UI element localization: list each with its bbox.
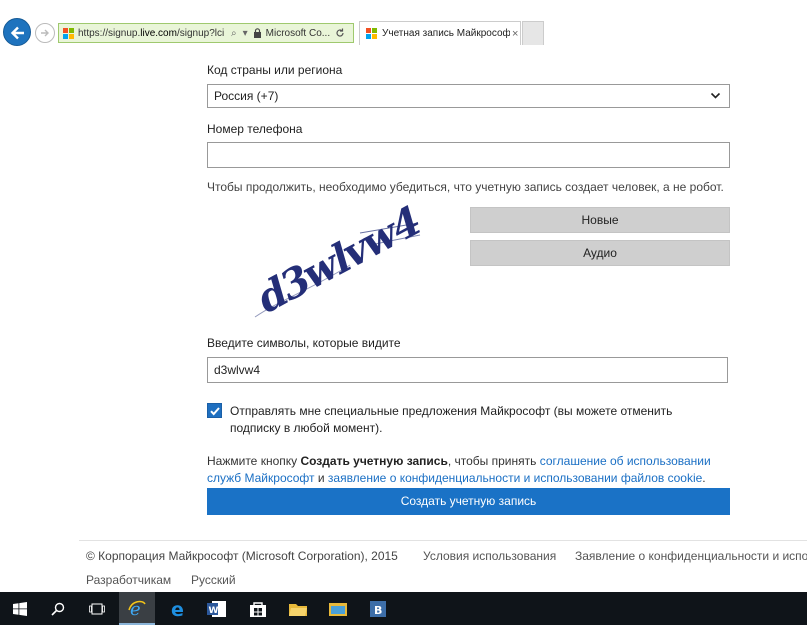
phone-input[interactable] <box>207 142 730 168</box>
create-account-button[interactable]: Создать учетную запись <box>207 488 730 515</box>
svg-text:e: e <box>171 599 184 619</box>
close-icon[interactable]: × <box>512 28 518 40</box>
browser-tab[interactable]: Учетная запись Майкрософ... × <box>359 21 521 45</box>
terms-prefix: Нажмите кнопку <box>207 454 301 468</box>
app-b-icon[interactable]: B <box>360 592 396 625</box>
offers-checkbox[interactable] <box>207 403 222 418</box>
lock-icon[interactable] <box>253 28 262 38</box>
terms-middle: , чтобы принять <box>447 454 540 468</box>
word-icon[interactable]: W <box>199 592 235 625</box>
back-button[interactable] <box>3 18 31 46</box>
store-icon[interactable] <box>240 592 276 625</box>
arrow-left-icon <box>10 26 24 40</box>
dropdown-icon[interactable]: ▾ <box>243 28 248 39</box>
country-select-value: Россия (+7) <box>214 89 279 103</box>
browser-toolbar: https://signup.live.com/signup?lci ⌕ ▾ M… <box>0 0 807 48</box>
captcha-input[interactable]: d3wlvw4 <box>207 357 728 383</box>
terms-and: и <box>314 471 328 485</box>
checkmark-icon <box>210 407 220 416</box>
taskbar: e e W B <box>0 592 807 625</box>
internet-explorer-icon[interactable]: e <box>119 592 155 625</box>
developers-link[interactable]: Разработчикам <box>86 573 171 587</box>
tab-title: Учетная запись Майкрософ... <box>382 28 510 39</box>
language-link[interactable]: Русский <box>191 573 236 587</box>
edge-icon[interactable]: e <box>160 592 196 625</box>
new-captcha-button[interactable]: Новые <box>470 207 730 233</box>
search-icon[interactable] <box>40 592 76 625</box>
app-b-letter: B <box>374 604 382 617</box>
microsoft-logo-icon <box>366 28 377 39</box>
chars-label: Введите символы, которые видите <box>207 336 401 350</box>
audio-captcha-button[interactable]: Аудио <box>470 240 730 266</box>
windows-start-icon[interactable] <box>2 592 38 625</box>
terms-text: Нажмите кнопку Создать учетную запись, ч… <box>207 453 732 487</box>
terms-of-use-link[interactable]: Условия использования <box>423 549 556 563</box>
offers-label: Отправлять мне специальные предложения М… <box>230 404 673 435</box>
captcha-hint: Чтобы продолжить, необходимо убедиться, … <box>207 180 724 194</box>
footer-divider <box>79 540 807 541</box>
arrow-right-icon <box>41 29 49 37</box>
file-explorer-icon[interactable] <box>320 592 356 625</box>
privacy-cookies-link[interactable]: заявление о конфиденциальности и использ… <box>328 471 702 485</box>
country-label: Код страны или региона <box>207 63 343 77</box>
microsoft-logo-icon <box>63 27 74 39</box>
terms-bold: Создать учетную запись <box>300 454 448 468</box>
new-tab-button[interactable] <box>522 21 544 45</box>
address-bar[interactable]: https://signup.live.com/signup?lci ⌕ ▾ M… <box>58 23 354 43</box>
task-view-icon[interactable] <box>79 592 115 625</box>
search-icon[interactable]: ⌕ <box>231 28 237 39</box>
copyright-text: © Корпорация Майкрософт (Microsoft Corpo… <box>86 549 398 563</box>
country-select[interactable]: Россия (+7) <box>207 84 730 108</box>
chevron-down-icon <box>710 92 721 99</box>
folder-icon[interactable] <box>280 592 316 625</box>
captcha-text: d3wlvw4 <box>253 205 423 325</box>
address-url[interactable]: https://signup.live.com/signup?lci <box>78 28 228 39</box>
forward-button[interactable] <box>35 23 55 43</box>
certificate-label[interactable]: Microsoft Co... <box>266 28 330 39</box>
captcha-image: d3wlvw4 <box>253 205 423 325</box>
terms-end: . <box>702 471 706 485</box>
phone-label: Номер телефона <box>207 122 303 136</box>
svg-text:W: W <box>209 606 219 616</box>
privacy-statement-link[interactable]: Заявление о конфиденциальности и испо <box>575 549 807 563</box>
refresh-icon[interactable] <box>335 28 345 38</box>
